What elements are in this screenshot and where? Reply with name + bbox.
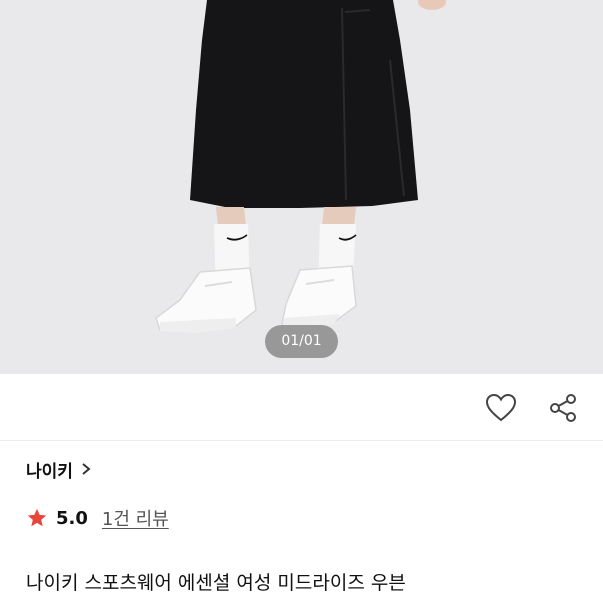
rating-row: 5.0 1건 리뷰: [26, 504, 169, 532]
product-title: 나이키 스포츠웨어 에센셜 여성 미드라이즈 우븐: [26, 572, 406, 594]
action-bar: [0, 374, 603, 441]
brand-name: 나이키: [26, 461, 73, 482]
star-icon: [26, 507, 48, 529]
brand-link[interactable]: 나이키: [26, 456, 91, 482]
heart-icon: [485, 393, 517, 422]
share-button[interactable]: [546, 391, 580, 425]
product-photo-illustration: [155, 0, 446, 333]
product-image[interactable]: 01/01: [0, 0, 603, 374]
rating-score: 5.0: [56, 507, 88, 529]
review-count-link[interactable]: 1건 리뷰: [102, 505, 169, 531]
share-icon: [550, 394, 576, 422]
chevron-right-icon: [81, 462, 91, 476]
image-page-indicator: 01/01: [265, 325, 338, 358]
like-button[interactable]: [484, 391, 518, 425]
